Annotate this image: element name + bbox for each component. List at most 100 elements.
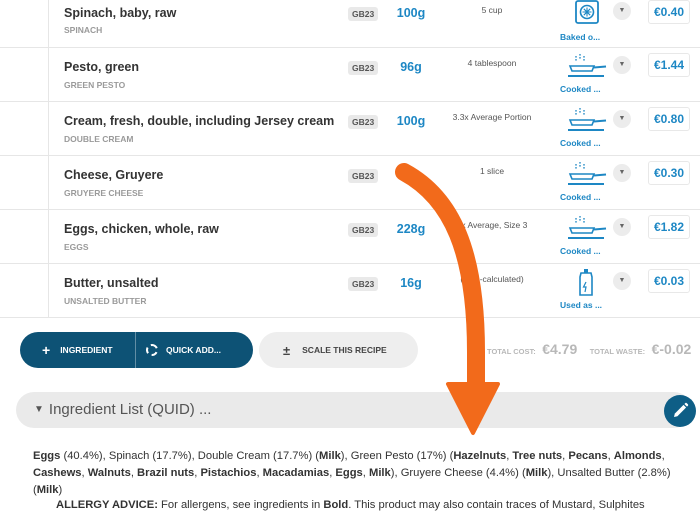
total-waste-value: €-0.02 [651, 341, 692, 357]
allergen-text: Milk [319, 450, 341, 462]
ingredient-name[interactable]: Cheese, Gruyere [64, 168, 163, 182]
quid-section-header[interactable]: ▼ Ingredient List (QUID) ... [16, 392, 692, 428]
allergen-text: Milk [36, 483, 59, 496]
allergen-text: Almonds [613, 450, 662, 462]
cooking-method[interactable]: Cooked ... [560, 214, 616, 256]
allergy-bold-word: Bold [323, 499, 349, 511]
allergen-text: Pistachios [200, 466, 257, 479]
allergy-advice: ALLERGY ADVICE: For allergens, see ingre… [56, 499, 696, 511]
dataset-badge: GB23 [348, 61, 379, 75]
portion-measure: (auto-calculated) [460, 274, 524, 284]
allergy-label: ALLERGY ADVICE: [56, 499, 158, 511]
allergen-text: Eggs [33, 450, 61, 462]
total-cost-label: TOTAL COST: [487, 347, 536, 356]
quantity-value[interactable]: 100g [388, 114, 434, 128]
ingredient-row[interactable]: Cheese, Gruyere GRUYERE CHEESE GB23 1 sl… [0, 156, 700, 210]
allergy-text-start: For allergens, see ingredients in [157, 499, 324, 511]
allergen-text: Milk [525, 466, 548, 479]
edit-quid-button[interactable] [664, 395, 696, 427]
ingredient-row[interactable]: Spinach, baby, raw SPINACH GB23 100g 5 c… [0, 0, 700, 48]
cost-field[interactable]: €0.30 [648, 161, 690, 185]
quid-text-segment: ), Gruyere Cheese (4.4%) ( [390, 466, 526, 479]
ingredient-subname: GRUYERE CHEESE [64, 188, 144, 198]
cost-field[interactable]: €0.80 [648, 107, 690, 131]
portion-measure: 4x Average, Size 3 [456, 220, 528, 230]
chevron-down-icon[interactable]: ▼ [613, 164, 631, 182]
ingredient-subname: DOUBLE CREAM [64, 134, 134, 144]
plus-icon: + [42, 342, 51, 358]
cooking-method-label: Cooked ... [560, 246, 601, 256]
allergen-text: Macadamias [262, 466, 330, 479]
ingredient-row[interactable]: Butter, unsalted UNSALTED BUTTER GB23 16… [0, 264, 700, 318]
portion-measure: 1 slice [479, 166, 505, 176]
cost-field[interactable]: €0.40 [648, 0, 690, 24]
allergen-text: Eggs [335, 466, 363, 479]
spray-bottle-icon [579, 269, 593, 296]
recipe-totals: TOTAL COST: €4.79 TOTAL WASTE: €-0.02 [487, 341, 691, 359]
cooking-method-label: Cooked ... [560, 138, 601, 148]
ingredient-name[interactable]: Butter, unsalted [64, 276, 158, 290]
portion-measure: 4 tablespoon [467, 58, 517, 68]
cooking-method[interactable]: Used as ... [560, 268, 616, 310]
chevron-down-icon[interactable]: ▼ [613, 110, 631, 128]
chevron-down-icon[interactable]: ▼ [613, 56, 631, 74]
ingredient-name[interactable]: Eggs, chicken, whole, raw [64, 222, 219, 236]
cooking-method-label: Cooked ... [560, 192, 601, 202]
add-ingredient-button[interactable]: + INGREDIENT [20, 332, 136, 368]
chevron-down-icon[interactable]: ▼ [613, 218, 631, 236]
dataset-badge: GB23 [348, 223, 379, 237]
quid-ingredient-list: Eggs (40.4%), Spinach (17.7%), Double Cr… [33, 448, 693, 498]
ingredient-subname: UNSALTED BUTTER [64, 296, 147, 306]
cooking-method[interactable]: Cooked ... [560, 160, 616, 202]
ingredient-row[interactable]: Eggs, chicken, whole, raw EGGS GB23 228g… [0, 210, 700, 264]
ingredient-subname: SPINACH [64, 25, 103, 35]
quantity-value[interactable]: 100g [388, 6, 434, 20]
ingredient-subname: EGGS [64, 242, 89, 252]
cooking-method-label: Baked o... [560, 32, 601, 42]
frying-pan-icon [568, 216, 607, 239]
quick-add-button[interactable]: QUICK ADD... [136, 332, 253, 368]
ingredient-name[interactable]: Cream, fresh, double, including Jersey c… [64, 114, 334, 128]
plus-minus-icon: ± [283, 342, 291, 358]
quick-add-label: QUICK ADD... [166, 345, 221, 355]
cost-field[interactable]: €1.44 [648, 53, 690, 77]
cost-field[interactable]: €1.82 [648, 215, 690, 239]
pencil-icon [674, 402, 689, 417]
chevron-down-icon[interactable]: ▼ [613, 2, 631, 20]
portion-measure: 5 cup [481, 5, 503, 15]
cost-field[interactable]: €0.03 [648, 269, 690, 293]
quid-text-segment: ) [58, 483, 63, 496]
quick-add-icon [146, 344, 158, 356]
quantity-value[interactable]: 228g [388, 222, 434, 236]
quid-title-text: Ingredient List (QUID) ... [48, 401, 212, 418]
quid-text-segment: ), Green Pesto (17%) ( [340, 450, 454, 462]
cooking-method[interactable]: Cooked ... [560, 52, 616, 94]
dataset-badge: GB23 [348, 277, 379, 291]
allergen-text: Pecans [568, 450, 608, 462]
quantity-value[interactable]: 16g [388, 276, 434, 290]
dataset-badge: GB23 [348, 115, 379, 129]
frying-pan-icon [568, 54, 607, 77]
ingredient-name[interactable]: Spinach, baby, raw [64, 6, 176, 20]
ingredient-table: Spinach, baby, raw SPINACH GB23 100g 5 c… [0, 0, 700, 318]
frying-pan-icon [568, 108, 607, 131]
scale-recipe-button[interactable]: ± SCALE THIS RECIPE [259, 332, 418, 368]
allergen-text: Cashews [33, 466, 82, 479]
caret-down-icon: ▼ [34, 404, 44, 415]
ingredient-name[interactable]: Pesto, green [64, 60, 139, 74]
ingredient-subname: GREEN PESTO [64, 80, 126, 90]
oven-icon [575, 0, 599, 24]
cooking-method[interactable]: Baked o... [560, 0, 616, 42]
frying-pan-icon [568, 162, 607, 185]
ingredient-row[interactable]: Pesto, green GREEN PESTO GB23 96g 4 tabl… [0, 48, 700, 102]
allergen-text: Milk [369, 466, 391, 479]
quid-text-segment: (40.4%), Spinach (17.7%), Double Cream (… [60, 450, 320, 462]
quid-title: ▼ Ingredient List (QUID) ... [34, 401, 211, 418]
cooking-method[interactable]: Cooked ... [560, 106, 616, 148]
allergen-text: Tree nuts [512, 450, 563, 462]
ingredient-row[interactable]: Cream, fresh, double, including Jersey c… [0, 102, 700, 156]
quantity-value[interactable]: 96g [388, 60, 434, 74]
add-ingredient-label: INGREDIENT [60, 345, 113, 355]
chevron-down-icon[interactable]: ▼ [613, 272, 631, 290]
quid-text-segment: , [661, 450, 665, 462]
